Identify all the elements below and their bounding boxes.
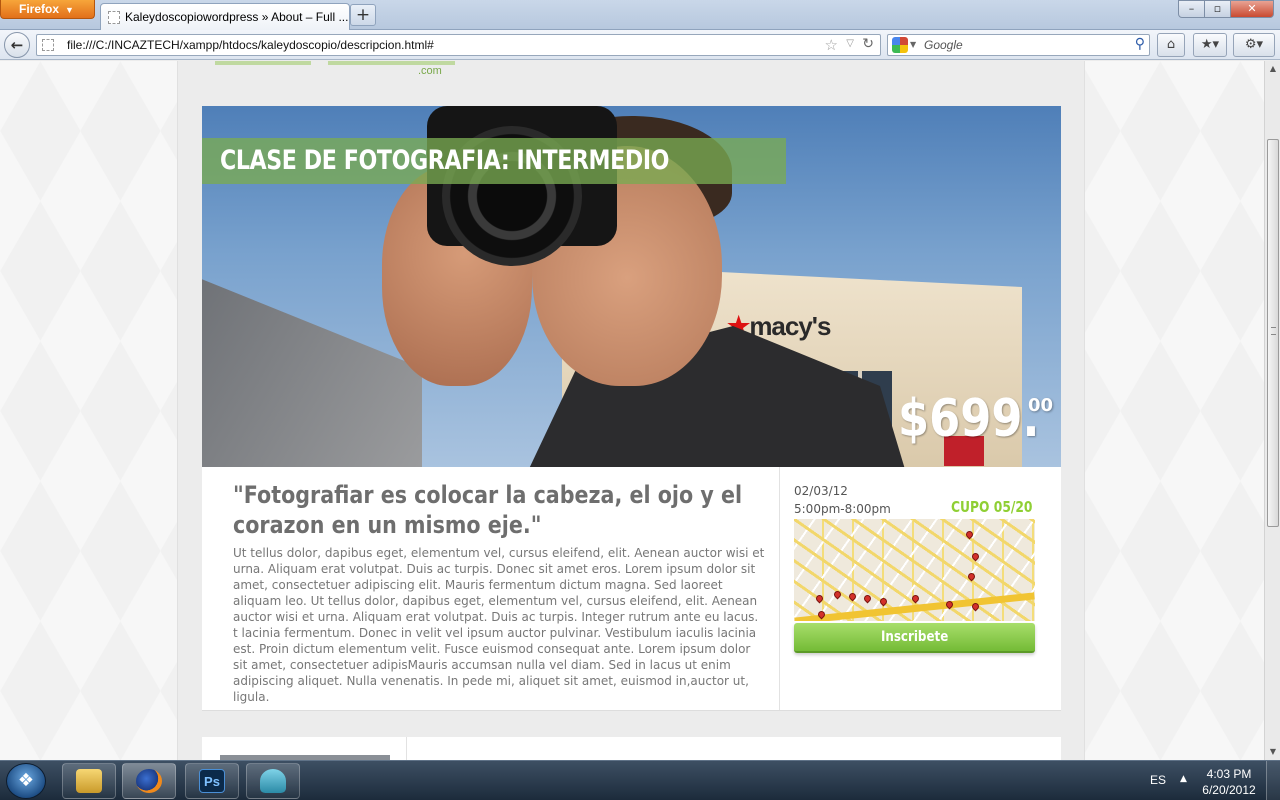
reload-icon[interactable]: ↻ [862, 36, 874, 52]
event-time: 5:00pm-8:00pm [794, 502, 891, 516]
capacity-label: CUPO 05/20 [951, 498, 1033, 516]
map-pin-icon[interactable] [814, 593, 825, 604]
vertical-scrollbar[interactable]: ▲ ▼ [1264, 61, 1280, 760]
tab-title: Kaleydoscopiowordpress » About – Full ..… [125, 10, 349, 24]
course-price-cents: 00 [1028, 395, 1054, 416]
firefox-menu-button[interactable]: Firefox ▼ [0, 0, 95, 19]
map-pin-icon[interactable] [966, 571, 977, 582]
page-favicon-icon [108, 11, 120, 24]
taskbar-explorer[interactable] [62, 763, 116, 799]
scroll-up-arrow-icon[interactable]: ▲ [1265, 61, 1280, 77]
location-map[interactable] [794, 519, 1035, 621]
map-pin-icon[interactable] [910, 593, 921, 604]
firefox-menu-label: Firefox [19, 2, 60, 16]
description-paragraph: Ut tellus dolor, dapibus eget, elementum… [233, 546, 765, 624]
description-paragraph: t lacinia fermentum. Donec in velit vel … [233, 626, 757, 704]
photoshop-icon: Ps [199, 769, 225, 793]
store-sign-text: macy's [749, 311, 831, 341]
browser-tab[interactable]: Kaleydoscopiowordpress » About – Full ..… [100, 3, 350, 30]
bookmarks-button[interactable]: ★▾ [1193, 33, 1227, 57]
scrollbar-thumb[interactable] [1267, 139, 1279, 527]
back-button[interactable]: ← [4, 32, 30, 58]
signup-button[interactable]: Inscribete [794, 623, 1035, 653]
search-engine-dropdown-icon[interactable]: ▼ [910, 40, 916, 49]
event-date: 02/03/12 [794, 484, 848, 498]
search-icon[interactable]: ⚲ [1135, 36, 1145, 52]
scroll-down-arrow-icon[interactable]: ▼ [1265, 744, 1280, 760]
tray-expand-icon[interactable]: ▲ [1180, 774, 1187, 784]
hero-title-bar: CLASE DE FOTOGRAFIA: INTERMEDIO [202, 138, 786, 184]
window-titlebar: Firefox ▼ Kaleydoscopiowordpress » About … [0, 0, 1280, 30]
next-course-card [202, 737, 1061, 760]
search-placeholder: Google [924, 38, 963, 52]
history-dropdown-icon[interactable]: ▽ [846, 38, 854, 49]
clock-date: 6/20/2012 [1202, 783, 1256, 797]
firefox-icon [136, 769, 162, 793]
taskbar-firefox[interactable] [122, 763, 176, 799]
start-button[interactable]: ❖ [6, 763, 46, 799]
site-logo[interactable]: .com [215, 61, 455, 77]
maximize-button[interactable]: ▫ [1204, 0, 1231, 18]
search-bar[interactable]: ▼ Google ⚲ [887, 34, 1150, 56]
taskbar-photoshop[interactable]: Ps [185, 763, 239, 799]
next-card-image-column [202, 737, 407, 760]
taskbar: ❖ Ps ES ▲ 4:03 PM 6/20/2012 [0, 760, 1280, 800]
minimize-button[interactable]: – [1178, 0, 1205, 18]
map-pin-icon[interactable] [847, 591, 858, 602]
system-clock[interactable]: 4:03 PM 6/20/2012 [1199, 766, 1259, 798]
logo-suffix: .com [418, 65, 442, 77]
map-pin-icon[interactable] [862, 593, 873, 604]
map-pin-icon[interactable] [832, 589, 843, 600]
course-quote: "Fotografiar es colocar la cabeza, el oj… [233, 481, 743, 539]
site-identity-icon[interactable] [42, 39, 54, 51]
window-controls: – ▫ ✕ [1178, 0, 1274, 18]
page-viewport: .com ★macy's B CLASE DE FOTOGRAFIA: INTE… [0, 61, 1264, 760]
course-info-panel: "Fotografiar es colocar la cabeza, el oj… [202, 467, 1061, 711]
language-indicator[interactable]: ES [1150, 773, 1166, 787]
app-icon [260, 769, 286, 793]
new-tab-button[interactable]: + [350, 4, 376, 26]
course-title: CLASE DE FOTOGRAFIA: INTERMEDIO [220, 145, 670, 176]
address-bar[interactable]: file:///C:/INCAZTECH/xampp/htdocs/kaleyd… [36, 34, 881, 56]
scroll-grip-icon [1271, 327, 1276, 335]
panel-divider [779, 467, 780, 710]
signup-button-label: Inscribete [880, 629, 949, 645]
course-price: $699. [898, 389, 1040, 449]
addon-button[interactable]: ⚙▾ [1233, 33, 1275, 57]
map-pin-icon[interactable] [970, 551, 981, 562]
map-pin-icon[interactable] [964, 529, 975, 540]
windows-logo-icon: ❖ [17, 770, 35, 791]
google-icon[interactable] [892, 37, 908, 53]
folder-icon [76, 769, 102, 793]
navigation-toolbar: ← file:///C:/INCAZTECH/xampp/htdocs/kale… [0, 30, 1280, 60]
clock-time: 4:03 PM [1206, 767, 1252, 781]
show-desktop-button[interactable] [1266, 761, 1280, 800]
url-text: file:///C:/INCAZTECH/xampp/htdocs/kaleyd… [67, 38, 434, 52]
course-description: Ut tellus dolor, dapibus eget, elementum… [233, 545, 768, 705]
bookmark-star-icon[interactable]: ☆ [825, 36, 838, 54]
home-button[interactable]: ⌂ [1157, 33, 1185, 57]
map-pin-icon[interactable] [878, 596, 889, 607]
close-button[interactable]: ✕ [1230, 0, 1274, 18]
hero-image: ★macy's B CLASE DE FOTOGRAFIA: INTERMEDI… [202, 106, 1061, 467]
chevron-down-icon: ▼ [65, 5, 74, 15]
taskbar-dreamweaver[interactable] [246, 763, 300, 799]
